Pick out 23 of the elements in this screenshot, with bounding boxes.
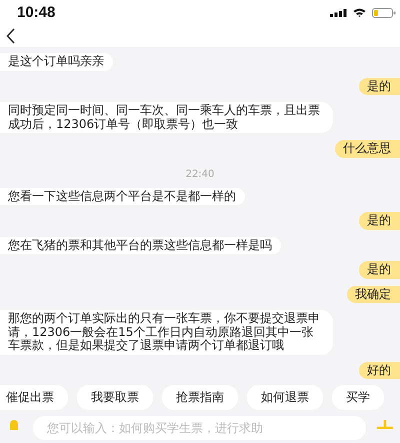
signal-icon xyxy=(330,8,347,16)
quick-reply-chip[interactable]: 催促出票 xyxy=(0,385,68,410)
received-message: 您看一下这些信息两个平台是不是都一样的 xyxy=(0,188,245,205)
sent-message: 我确定 xyxy=(347,286,400,303)
quick-reply-chip[interactable]: 抢票指南 xyxy=(162,385,238,410)
received-message: 同时预定同一时间、同一车次、同一乘车人的车票，且出票成功后，12306订单号（即取票号）也一致 xyxy=(0,102,333,133)
received-message: 那您的两个订单实际出的只有一张车票，你不要提交退票申请，12306一般会在15个工作日内自动原路退回其中一张车票款，但是如果提交了退票申请两个订单都退订哦 xyxy=(0,310,333,354)
sent-message: 是的 xyxy=(359,212,400,230)
quick-reply-chip[interactable]: 我要取票 xyxy=(77,385,153,410)
sent-message: 是的 xyxy=(359,261,400,278)
quick-reply-chip[interactable]: 如何退票 xyxy=(247,385,323,410)
received-message: 您在飞猪的票和其他平台的票这些信息都一样是吗 xyxy=(0,236,281,254)
received-message: 是这个订单吗亲亲 xyxy=(0,53,113,70)
sent-message: 是的 xyxy=(359,78,400,95)
chat-timestamp: 22:40 xyxy=(186,168,214,180)
message-input[interactable]: 您可以输入：如何购买学生票，进行求助 xyxy=(33,416,366,440)
status-time: 10:48 xyxy=(17,4,56,21)
wifi-icon xyxy=(353,8,366,17)
sent-message: 什么意思 xyxy=(335,140,400,158)
battery-icon xyxy=(372,8,396,18)
quick-reply-chip[interactable]: 买学 xyxy=(332,385,384,410)
sent-message: 好的 xyxy=(359,362,400,379)
back-icon[interactable] xyxy=(6,28,15,44)
